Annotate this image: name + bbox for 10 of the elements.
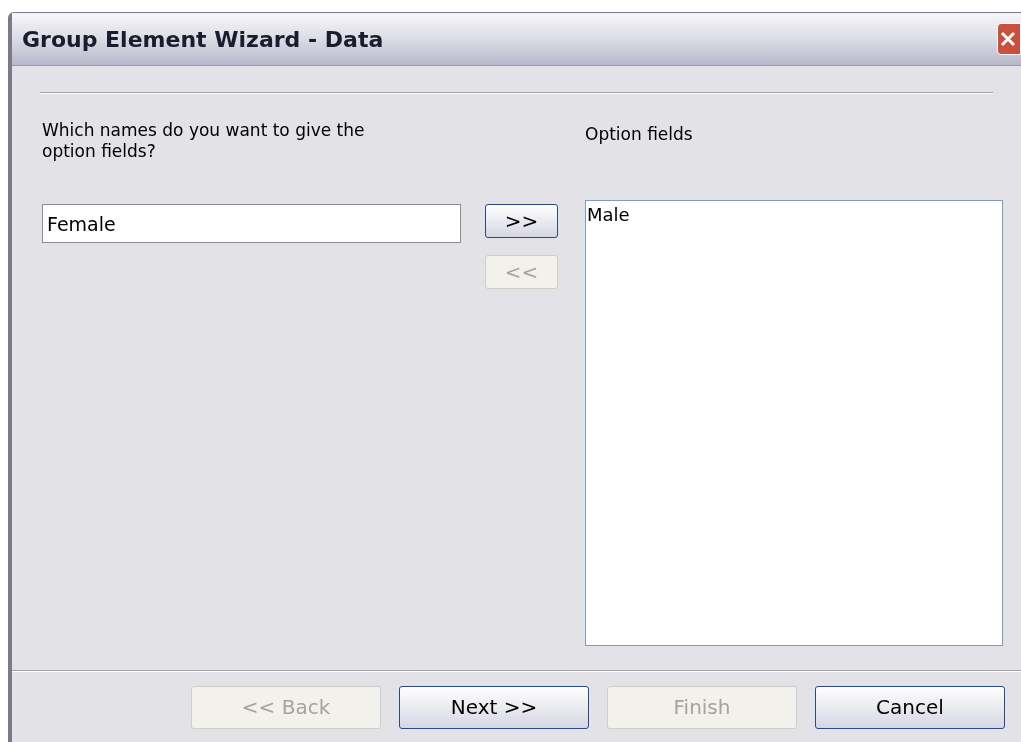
wizard-button[interactable]: Cancel bbox=[815, 685, 1005, 729]
list-item[interactable]: Male bbox=[586, 201, 1002, 228]
option-fields-label: Option fields bbox=[585, 123, 694, 146]
wizard-button[interactable]: >> bbox=[485, 204, 558, 238]
window-title: Group Element Wizard - Data bbox=[22, 25, 384, 54]
names-label: Which names do you want to give the option fields? bbox=[42, 120, 366, 163]
close-button[interactable] bbox=[997, 23, 1021, 55]
name-input-field[interactable]: Female bbox=[42, 204, 461, 243]
wizard-button[interactable]: Next >> bbox=[399, 685, 589, 729]
close-icon bbox=[1000, 31, 1016, 47]
